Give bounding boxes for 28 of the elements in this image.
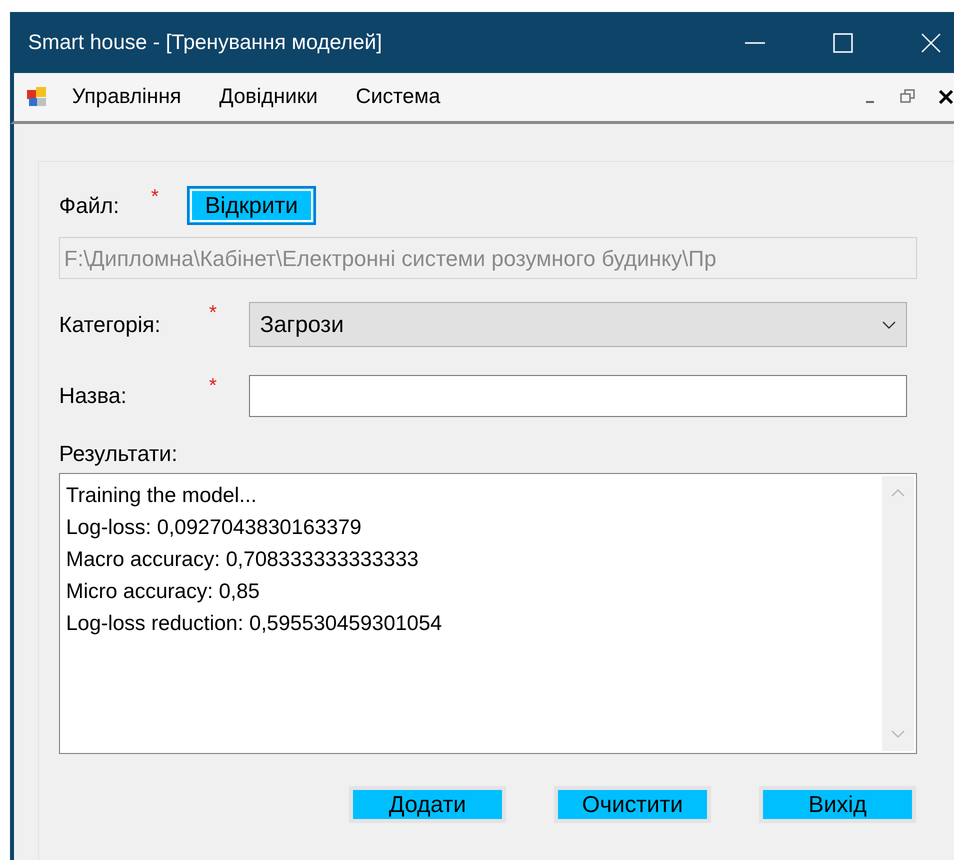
restore-icon[interactable] [900,89,916,105]
name-input[interactable] [249,375,907,417]
field-label: Назва: [59,383,128,409]
result-line: Micro accuracy: 0,85 [66,579,261,605]
chevron-down-icon[interactable] [882,320,896,330]
field-label: Категорія: [59,312,162,338]
category-dropdown[interactable]: Загрози [249,302,907,347]
result-line: Log-loss reduction: 0,595530459301054 [66,611,443,637]
app-icon[interactable] [26,86,48,108]
required-mark: * [209,302,218,325]
required-mark: * [151,186,160,209]
action-button[interactable]: Додати [349,786,506,823]
results-textarea[interactable]: Training the model... Log-loss: 0,0927043830163379 Macro accuracy: 0,708333333333333 Micro accuracy: 0,85 Log-loss reduction: 0,595530459301054 [59,473,917,754]
action-button[interactable]: Вихід [759,786,916,823]
result-line: Log-loss: 0,0927043830163379 [66,515,362,541]
menu-item[interactable]: Довідники [219,85,318,109]
field-label: Результати: [59,441,178,467]
action-button[interactable]: Очистити [554,786,711,823]
menu-item[interactable]: Система [356,85,440,109]
menu-item[interactable]: Управління [72,85,182,109]
required-mark: * [209,375,218,398]
open-button[interactable]: Відкрити [187,186,316,225]
field-label: Файл: [59,192,120,218]
result-line: Macro accuracy: 0,708333333333333 [66,547,420,573]
maximize-icon[interactable] [832,32,854,54]
window-title: Smart house - [Тренування моделей] [28,30,382,54]
close-icon[interactable] [938,89,954,105]
result-line: Training the model... [66,483,258,509]
